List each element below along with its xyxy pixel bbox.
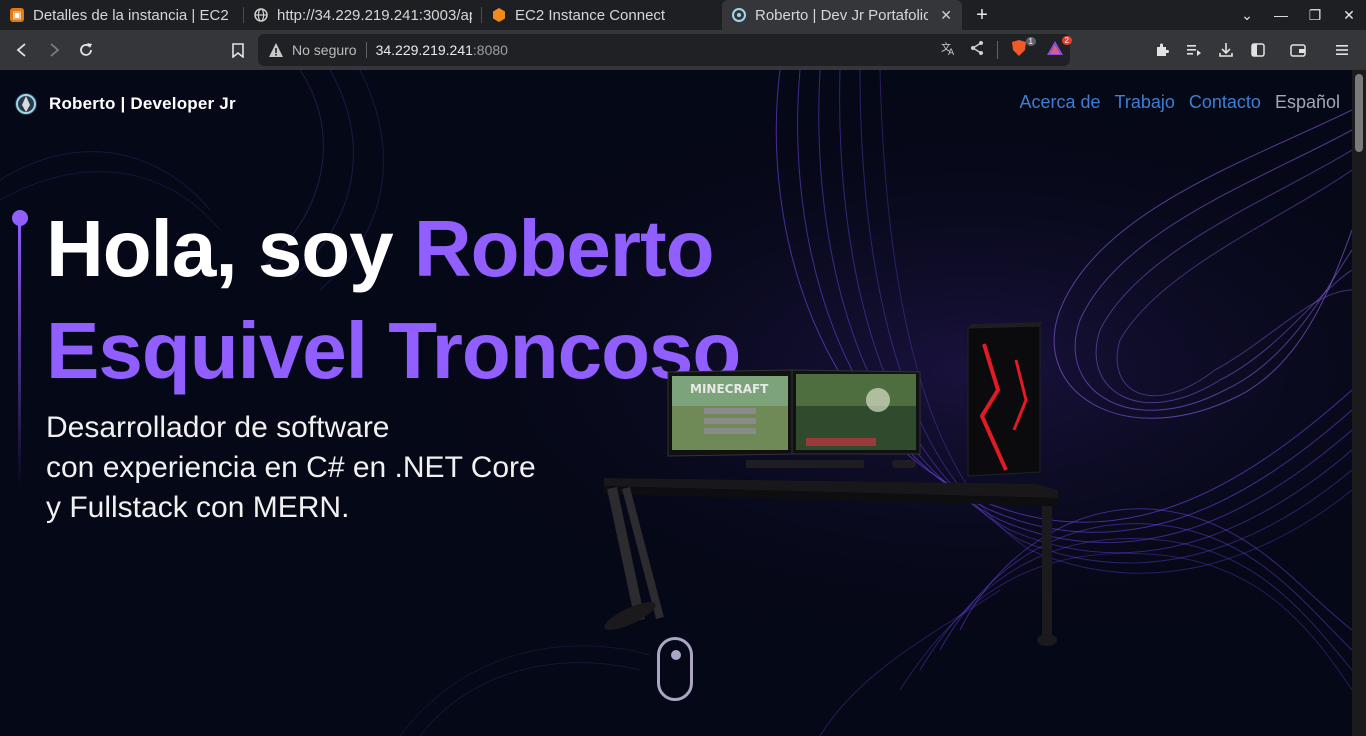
hero-sub-line: con experiencia en C# en .NET Core <box>46 451 536 484</box>
desk-setup-3d[interactable]: MINECRAFT <box>596 320 1066 650</box>
new-tab-button[interactable]: + <box>962 0 1002 30</box>
hero-name-first: Roberto <box>413 204 715 293</box>
bookmark-icon[interactable] <box>222 34 254 66</box>
globe-icon <box>254 8 268 22</box>
tab-title: Detalles de la instancia | EC2 M <box>33 6 234 24</box>
share-icon[interactable] <box>969 40 985 61</box>
window-controls: ⌄ — ❐ ✕ <box>1230 0 1366 30</box>
forward-icon[interactable] <box>38 34 70 66</box>
portfolio-page: Roberto | Developer Jr Acerca de Trabajo… <box>0 70 1352 736</box>
url-host[interactable]: 34.229.219.241 <box>376 42 473 58</box>
extensions-icon[interactable] <box>1146 34 1178 66</box>
url-port[interactable]: :8080 <box>473 42 508 58</box>
aws-icon: ▣ <box>10 8 24 22</box>
close-icon[interactable]: ✕ <box>940 7 952 24</box>
rewards-badge: 2 <box>1061 35 1072 45</box>
toolbar-actions <box>1146 34 1358 66</box>
maximize-icon[interactable]: ❐ <box>1298 7 1332 24</box>
reload-icon[interactable] <box>70 34 102 66</box>
desk-screen-text: MINECRAFT <box>690 382 769 396</box>
hero-sub-line: y Fullstack con MERN. <box>46 491 350 524</box>
close-window-icon[interactable]: ✕ <box>1332 7 1366 24</box>
nav-link-work[interactable]: Trabajo <box>1115 92 1175 113</box>
logo-icon[interactable] <box>14 92 38 116</box>
scrollbar-thumb[interactable] <box>1355 74 1363 152</box>
hero-subtitle: Desarrollador de software con experienci… <box>46 408 536 528</box>
tab-title: Roberto | Dev Jr Portafolio <box>755 6 929 24</box>
browser-toolbar: No seguro 34.229.219.241:8080 文A 1 2 <box>0 30 1366 70</box>
nav-menu: Acerca de Trabajo Contacto Español <box>1019 92 1340 113</box>
tab-ec2-connect[interactable]: EC2 Instance Connect <box>482 0 722 30</box>
portfolio-icon <box>732 8 746 22</box>
chevron-down-icon[interactable]: ⌄ <box>1230 7 1264 24</box>
wallet-icon[interactable] <box>1282 34 1314 66</box>
address-bar[interactable]: No seguro 34.229.219.241:8080 文A 1 2 <box>258 34 1072 66</box>
menu-icon[interactable] <box>1326 34 1358 66</box>
nav-link-about[interactable]: Acerca de <box>1019 92 1100 113</box>
scroll-indicator-dot <box>671 650 681 660</box>
hero-greeting: Hola, soy <box>46 204 414 293</box>
ec2-icon <box>492 8 506 22</box>
brand-title[interactable]: Roberto | Developer Jr <box>49 94 236 114</box>
shields-badge: 1 <box>1025 36 1036 46</box>
tab-title: EC2 Instance Connect <box>515 6 666 24</box>
sidebar-icon[interactable] <box>1242 34 1274 66</box>
minimize-icon[interactable]: — <box>1264 7 1298 23</box>
brave-shields-icon[interactable]: 1 <box>1010 36 1036 62</box>
tab-api[interactable]: http://34.229.219.241:3003/ap <box>244 0 482 30</box>
back-icon[interactable] <box>6 34 38 66</box>
nav-link-contact[interactable]: Contacto <box>1189 92 1261 113</box>
warning-icon <box>269 43 283 57</box>
download-icon[interactable] <box>1210 34 1242 66</box>
tab-title: http://34.229.219.241:3003/ap <box>277 6 472 24</box>
tab-strip: ▣ Detalles de la instancia | EC2 M http:… <box>0 0 1366 30</box>
hero-sub-line: Desarrollador de software <box>46 411 390 444</box>
security-status[interactable]: No seguro <box>292 42 357 58</box>
hero-indicator-line <box>18 218 21 488</box>
playlist-icon[interactable] <box>1178 34 1210 66</box>
language-toggle[interactable]: Español <box>1275 92 1340 113</box>
tab-ec2-details[interactable]: ▣ Detalles de la instancia | EC2 M <box>0 0 244 30</box>
tab-portfolio[interactable]: Roberto | Dev Jr Portafolio ✕ <box>722 0 962 30</box>
rewards-icon[interactable]: 2 <box>1046 35 1072 62</box>
svg-text:A: A <box>948 48 955 56</box>
page-scrollbar[interactable] <box>1352 70 1366 736</box>
scroll-indicator[interactable] <box>657 637 693 701</box>
translate-icon[interactable]: 文A <box>941 40 957 61</box>
